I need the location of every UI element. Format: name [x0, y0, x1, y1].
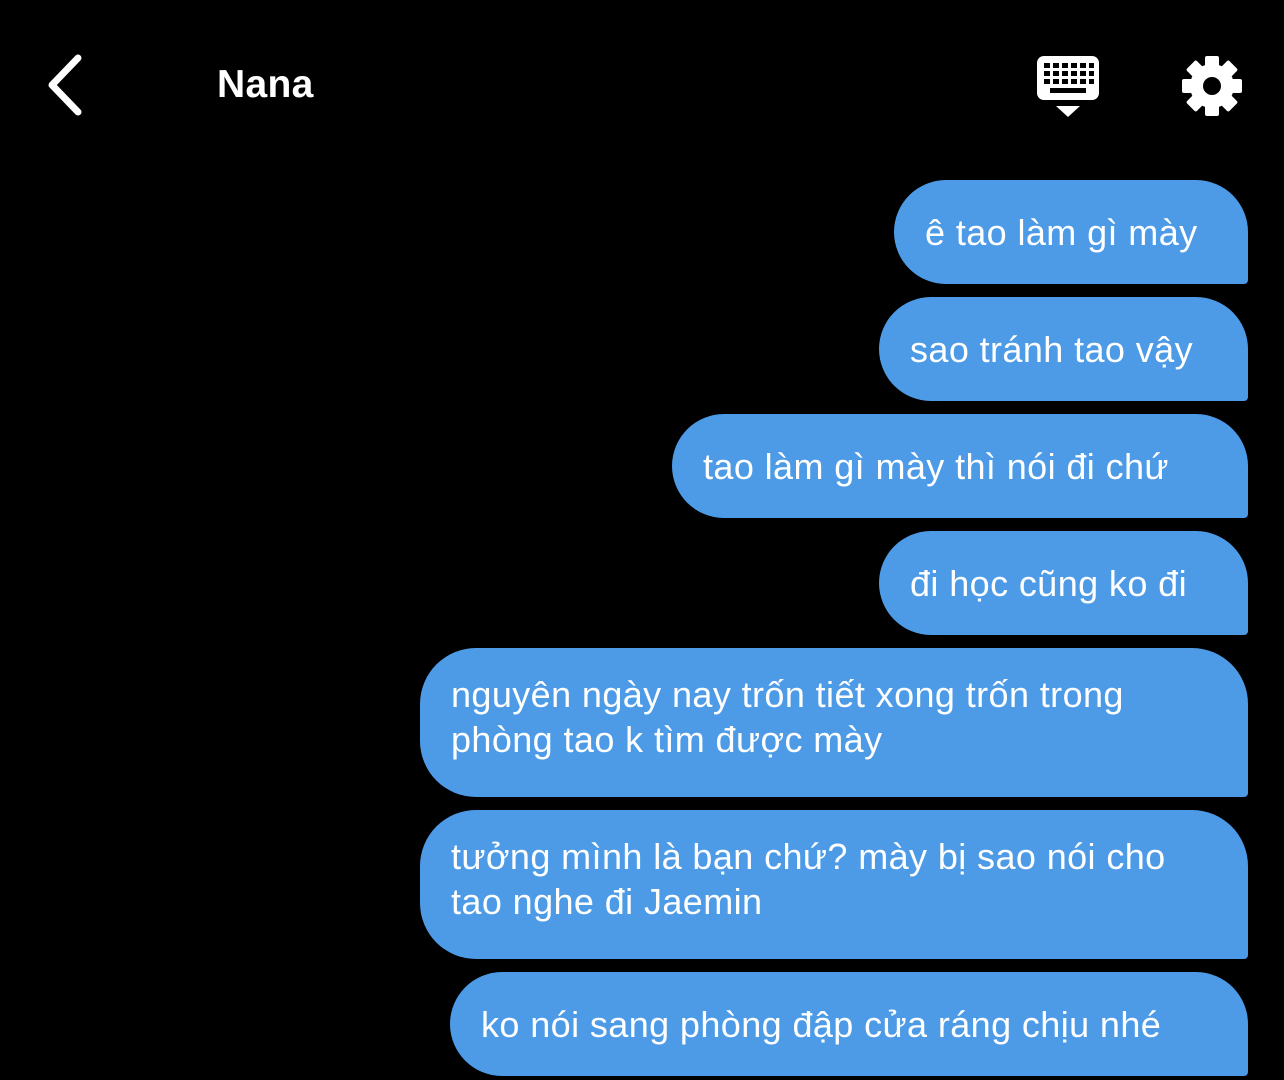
message-bubble[interactable]: tưởng mình là bạn chứ? mày bị sao nói ch… — [420, 810, 1248, 959]
message-bubble[interactable]: ko nói sang phòng đập cửa ráng chịu nhé — [450, 972, 1248, 1076]
message-bubble[interactable]: tao làm gì mày thì nói đi chứ — [672, 414, 1248, 518]
message-bubble[interactable]: đi học cũng ko đi — [879, 531, 1248, 635]
message-list: ê tao làm gì mày sao tránh tao vậy tao l… — [0, 0, 1284, 1080]
message-bubble[interactable]: nguyên ngày nay trốn tiết xong trốn tron… — [420, 648, 1248, 797]
message-bubble[interactable]: sao tránh tao vậy — [879, 297, 1248, 401]
message-bubble[interactable]: ê tao làm gì mày — [894, 180, 1248, 284]
